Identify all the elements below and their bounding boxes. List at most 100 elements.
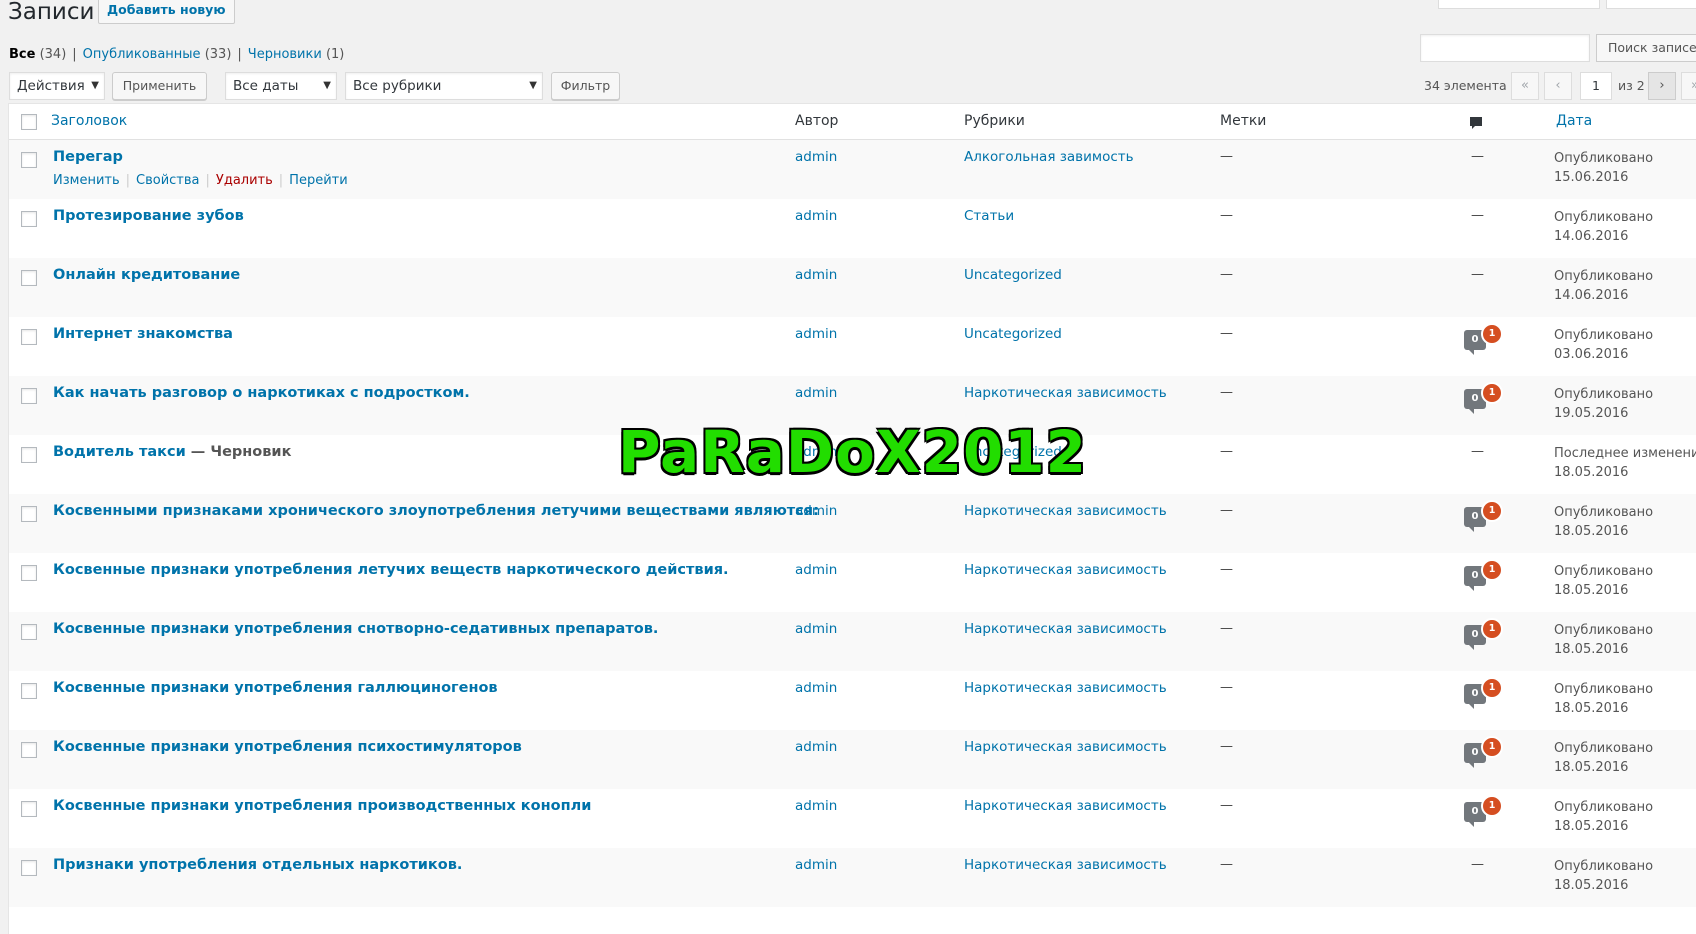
pending-comments-badge[interactable]: 1 xyxy=(1481,559,1503,581)
post-category[interactable]: Uncategorized xyxy=(964,326,1062,342)
category-filter-select[interactable]: Все рубрики ▼ xyxy=(345,72,543,100)
next-page-button[interactable]: › xyxy=(1648,72,1676,100)
pending-comments-badge[interactable]: 1 xyxy=(1481,736,1503,758)
pending-comments-badge[interactable]: 1 xyxy=(1481,677,1503,699)
post-author[interactable]: admin xyxy=(795,680,837,696)
apply-button[interactable]: Применить xyxy=(112,72,207,100)
column-categories: Рубрики xyxy=(964,113,1025,129)
post-date: Опубликовано 18.05.2016 xyxy=(1554,800,1654,834)
post-date: Опубликовано 14.06.2016 xyxy=(1554,269,1654,303)
view-link[interactable]: Перейти xyxy=(289,173,348,188)
help-tab[interactable] xyxy=(1606,0,1696,9)
post-title[interactable]: Признаки употребления отдельных наркотик… xyxy=(53,857,462,873)
post-author[interactable]: admin xyxy=(795,562,837,578)
table-header: Заголовок Автор Рубрики Метки Дата xyxy=(9,104,1696,140)
post-category[interactable]: Наркотическая зависимость xyxy=(964,621,1167,637)
dropdown-arrow-icon: ▼ xyxy=(323,80,331,91)
row-checkbox[interactable] xyxy=(21,801,37,817)
row-checkbox[interactable] xyxy=(21,329,37,345)
post-category[interactable]: Наркотическая зависимость xyxy=(964,562,1167,578)
post-author[interactable]: admin xyxy=(795,739,837,755)
post-category[interactable]: Наркотическая зависимость xyxy=(964,857,1167,873)
post-author[interactable]: admin xyxy=(795,208,837,224)
pending-comments-badge[interactable]: 1 xyxy=(1481,382,1503,404)
row-checkbox[interactable] xyxy=(21,152,37,168)
pending-comments-badge[interactable]: 1 xyxy=(1481,795,1503,817)
filter-button[interactable]: Фильтр xyxy=(551,72,620,100)
filter-all[interactable]: Все (34) xyxy=(9,47,66,62)
pending-comments-badge[interactable]: 1 xyxy=(1481,618,1503,640)
post-author[interactable]: admin xyxy=(795,503,837,519)
column-tags: Метки xyxy=(1220,113,1267,129)
post-category[interactable]: Наркотическая зависимость xyxy=(964,680,1167,696)
trash-link[interactable]: Удалить xyxy=(216,173,273,188)
post-author[interactable]: admin xyxy=(795,621,837,637)
post-title[interactable]: Протезирование зубов xyxy=(53,208,244,224)
table-row: Перегар Изменить | Свойства | Удалить | Перейти… xyxy=(9,140,1696,199)
comments-column-icon[interactable] xyxy=(1468,115,1484,131)
filter-drafts[interactable]: Черновики (1) xyxy=(248,47,345,62)
post-author[interactable]: admin xyxy=(795,149,837,165)
row-checkbox[interactable] xyxy=(21,447,37,463)
post-category[interactable]: Наркотическая зависимость xyxy=(964,739,1167,755)
post-author[interactable]: admin xyxy=(795,798,837,814)
column-author: Автор xyxy=(795,113,839,129)
post-title[interactable]: Косвенные признаки употребления психости… xyxy=(53,739,522,755)
row-checkbox[interactable] xyxy=(21,270,37,286)
post-title[interactable]: Косвенные признаки употребления производ… xyxy=(53,798,591,814)
row-checkbox[interactable] xyxy=(21,860,37,876)
column-title[interactable]: Заголовок xyxy=(51,113,127,129)
post-author[interactable]: admin xyxy=(795,857,837,873)
post-category[interactable]: Uncategorized xyxy=(964,267,1062,283)
post-category[interactable]: Наркотическая зависимость xyxy=(964,798,1167,814)
post-title[interactable]: Косвенные признаки употребления летучих … xyxy=(53,562,729,578)
quick-edit-link[interactable]: Свойства xyxy=(136,173,200,188)
items-count: 34 элемента xyxy=(1424,78,1507,93)
post-category[interactable]: Статьи xyxy=(964,208,1014,224)
post-title[interactable]: Онлайн кредитование xyxy=(53,267,240,283)
row-checkbox[interactable] xyxy=(21,683,37,699)
post-title[interactable]: Водитель такси — Черновик xyxy=(53,444,291,460)
post-author[interactable]: admin xyxy=(795,385,837,401)
post-date: Опубликовано 15.06.2016 xyxy=(1554,151,1654,185)
row-checkbox[interactable] xyxy=(21,388,37,404)
screen-options-tab[interactable] xyxy=(1438,0,1600,9)
post-date: Опубликовано 18.05.2016 xyxy=(1554,859,1654,893)
post-author[interactable]: admin xyxy=(795,326,837,342)
row-checkbox[interactable] xyxy=(21,211,37,227)
post-title[interactable]: Косвенные признаки употребления снотворн… xyxy=(53,621,658,637)
post-date: Опубликовано 18.05.2016 xyxy=(1554,682,1654,716)
post-tags: — xyxy=(1220,739,1233,754)
add-new-button[interactable]: Добавить новую xyxy=(98,0,235,24)
post-category[interactable]: Наркотическая зависимость xyxy=(964,503,1167,519)
filter-published[interactable]: Опубликованные (33) xyxy=(83,47,232,62)
current-page-input[interactable]: 1 xyxy=(1580,72,1612,100)
post-title[interactable]: Интернет знакомства xyxy=(53,326,233,342)
post-category[interactable]: Алкогольная завимость xyxy=(964,149,1134,165)
row-checkbox[interactable] xyxy=(21,506,37,522)
post-title[interactable]: Косвенные признаки употребления галлюцин… xyxy=(53,680,498,696)
column-date[interactable]: Дата xyxy=(1556,113,1592,129)
search-input[interactable] xyxy=(1420,34,1590,62)
first-page-button[interactable]: « xyxy=(1511,72,1539,100)
row-checkbox[interactable] xyxy=(21,624,37,640)
row-checkbox[interactable] xyxy=(21,565,37,581)
pending-comments-badge[interactable]: 1 xyxy=(1481,323,1503,345)
last-page-button[interactable]: » xyxy=(1681,72,1696,100)
pending-comments-badge[interactable]: 1 xyxy=(1481,500,1503,522)
post-category[interactable]: Наркотическая зависимость xyxy=(964,385,1167,401)
prev-page-button[interactable]: ‹ xyxy=(1544,72,1572,100)
date-filter-select[interactable]: Все даты ▼ xyxy=(225,72,337,100)
watermark-text: PaRaDoX2012 xyxy=(618,418,1088,486)
select-all-checkbox[interactable] xyxy=(21,114,37,130)
post-title[interactable]: Перегар xyxy=(53,149,123,165)
post-tags: — xyxy=(1220,503,1233,518)
post-title[interactable]: Косвенными признаками хронического злоуп… xyxy=(53,503,819,519)
post-title[interactable]: Как начать разговор о наркотиках с подро… xyxy=(53,385,470,401)
post-tags: — xyxy=(1220,149,1233,164)
post-author[interactable]: admin xyxy=(795,267,837,283)
search-button[interactable]: Поиск записей xyxy=(1596,34,1696,62)
bulk-actions-select[interactable]: Действия ▼ xyxy=(9,72,105,100)
edit-link[interactable]: Изменить xyxy=(53,173,120,188)
row-checkbox[interactable] xyxy=(21,742,37,758)
